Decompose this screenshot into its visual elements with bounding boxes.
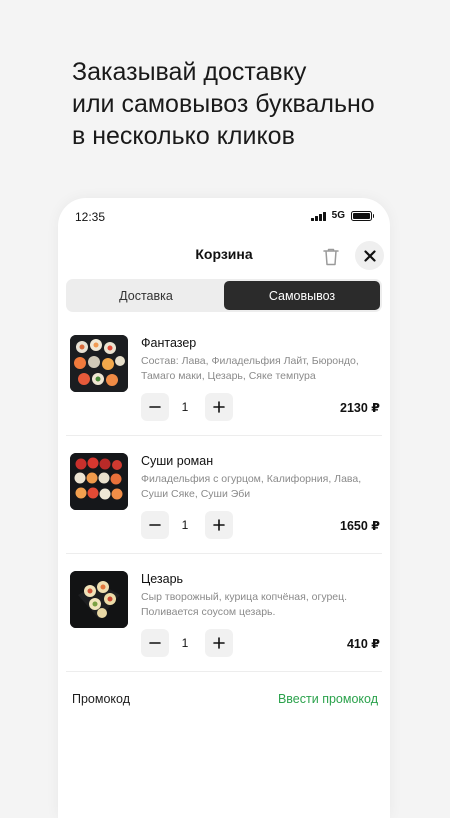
tab-delivery[interactable]: Доставка: [68, 281, 224, 310]
product-image: [70, 335, 128, 392]
quantity-value: 1: [181, 518, 189, 532]
product-description: Состав: Лава, Филадельфия Лайт, Бюрондо,…: [141, 355, 359, 382]
plus-icon: [213, 637, 225, 649]
cart-item: Фантазер Состав: Лава, Филадельфия Лайт,…: [66, 318, 382, 436]
product-image: [70, 571, 128, 628]
decrease-quantity-button[interactable]: [141, 511, 169, 539]
delivery-method-toggle: Доставка Самовывоз: [66, 279, 382, 312]
product-image: [70, 453, 128, 510]
close-icon: [363, 249, 376, 262]
promo-code-row: Промокод Ввести промокод: [72, 692, 378, 706]
headline-line-2: или самовывоз буквально: [72, 90, 375, 118]
network-type: 5G: [331, 210, 345, 221]
headline-line-1: Заказывай доставку: [72, 58, 307, 86]
quantity-value: 1: [181, 636, 189, 650]
cart-item: Суши роман Филадельфия с огурцом, Калифо…: [66, 436, 382, 554]
decrease-quantity-button[interactable]: [141, 393, 169, 421]
minus-icon: [149, 406, 161, 408]
plus-icon: [213, 519, 225, 531]
product-name: Цезарь: [141, 572, 184, 586]
minus-icon: [149, 524, 161, 526]
close-button[interactable]: [355, 241, 384, 270]
product-price: 2130 ₽: [340, 401, 380, 415]
product-description: Филадельфия с огурцом, Калифорния, Лава,…: [141, 473, 362, 500]
cart-item: Цезарь Сыр творожный, курица копчёная, о…: [66, 554, 382, 672]
phone-screen: 12:35 5G Корзина Доставка Самовывоз Фант…: [58, 198, 390, 818]
plus-icon: [213, 401, 225, 413]
product-price: 1650 ₽: [340, 519, 380, 533]
tab-pickup[interactable]: Самовывоз: [224, 281, 380, 310]
increase-quantity-button[interactable]: [205, 629, 233, 657]
status-bar: 12:35 5G: [58, 198, 390, 234]
battery-icon: [351, 210, 374, 221]
product-name: Фантазер: [141, 336, 197, 350]
signal-icon: [311, 211, 326, 221]
headline-line-3: в несколько кликов: [72, 122, 295, 150]
product-price: 410 ₽: [346, 637, 380, 651]
enter-promo-code-link[interactable]: Ввести промокод: [278, 692, 378, 706]
cart-list: Фантазер Состав: Лава, Филадельфия Лайт,…: [58, 318, 390, 672]
increase-quantity-button[interactable]: [205, 511, 233, 539]
minus-icon: [149, 642, 161, 644]
product-description: Сыр творожный, курица копчёная, огурец. …: [141, 591, 348, 618]
promo-code-label: Промокод: [72, 692, 131, 706]
increase-quantity-button[interactable]: [205, 393, 233, 421]
quantity-value: 1: [181, 400, 189, 414]
status-time: 12:35: [75, 210, 106, 224]
product-name: Суши роман: [141, 454, 214, 468]
promo-headline: Заказывай доставку или самовывоз букваль…: [72, 56, 412, 152]
page-title: Корзина: [195, 246, 253, 262]
trash-icon[interactable]: [322, 247, 340, 267]
decrease-quantity-button[interactable]: [141, 629, 169, 657]
